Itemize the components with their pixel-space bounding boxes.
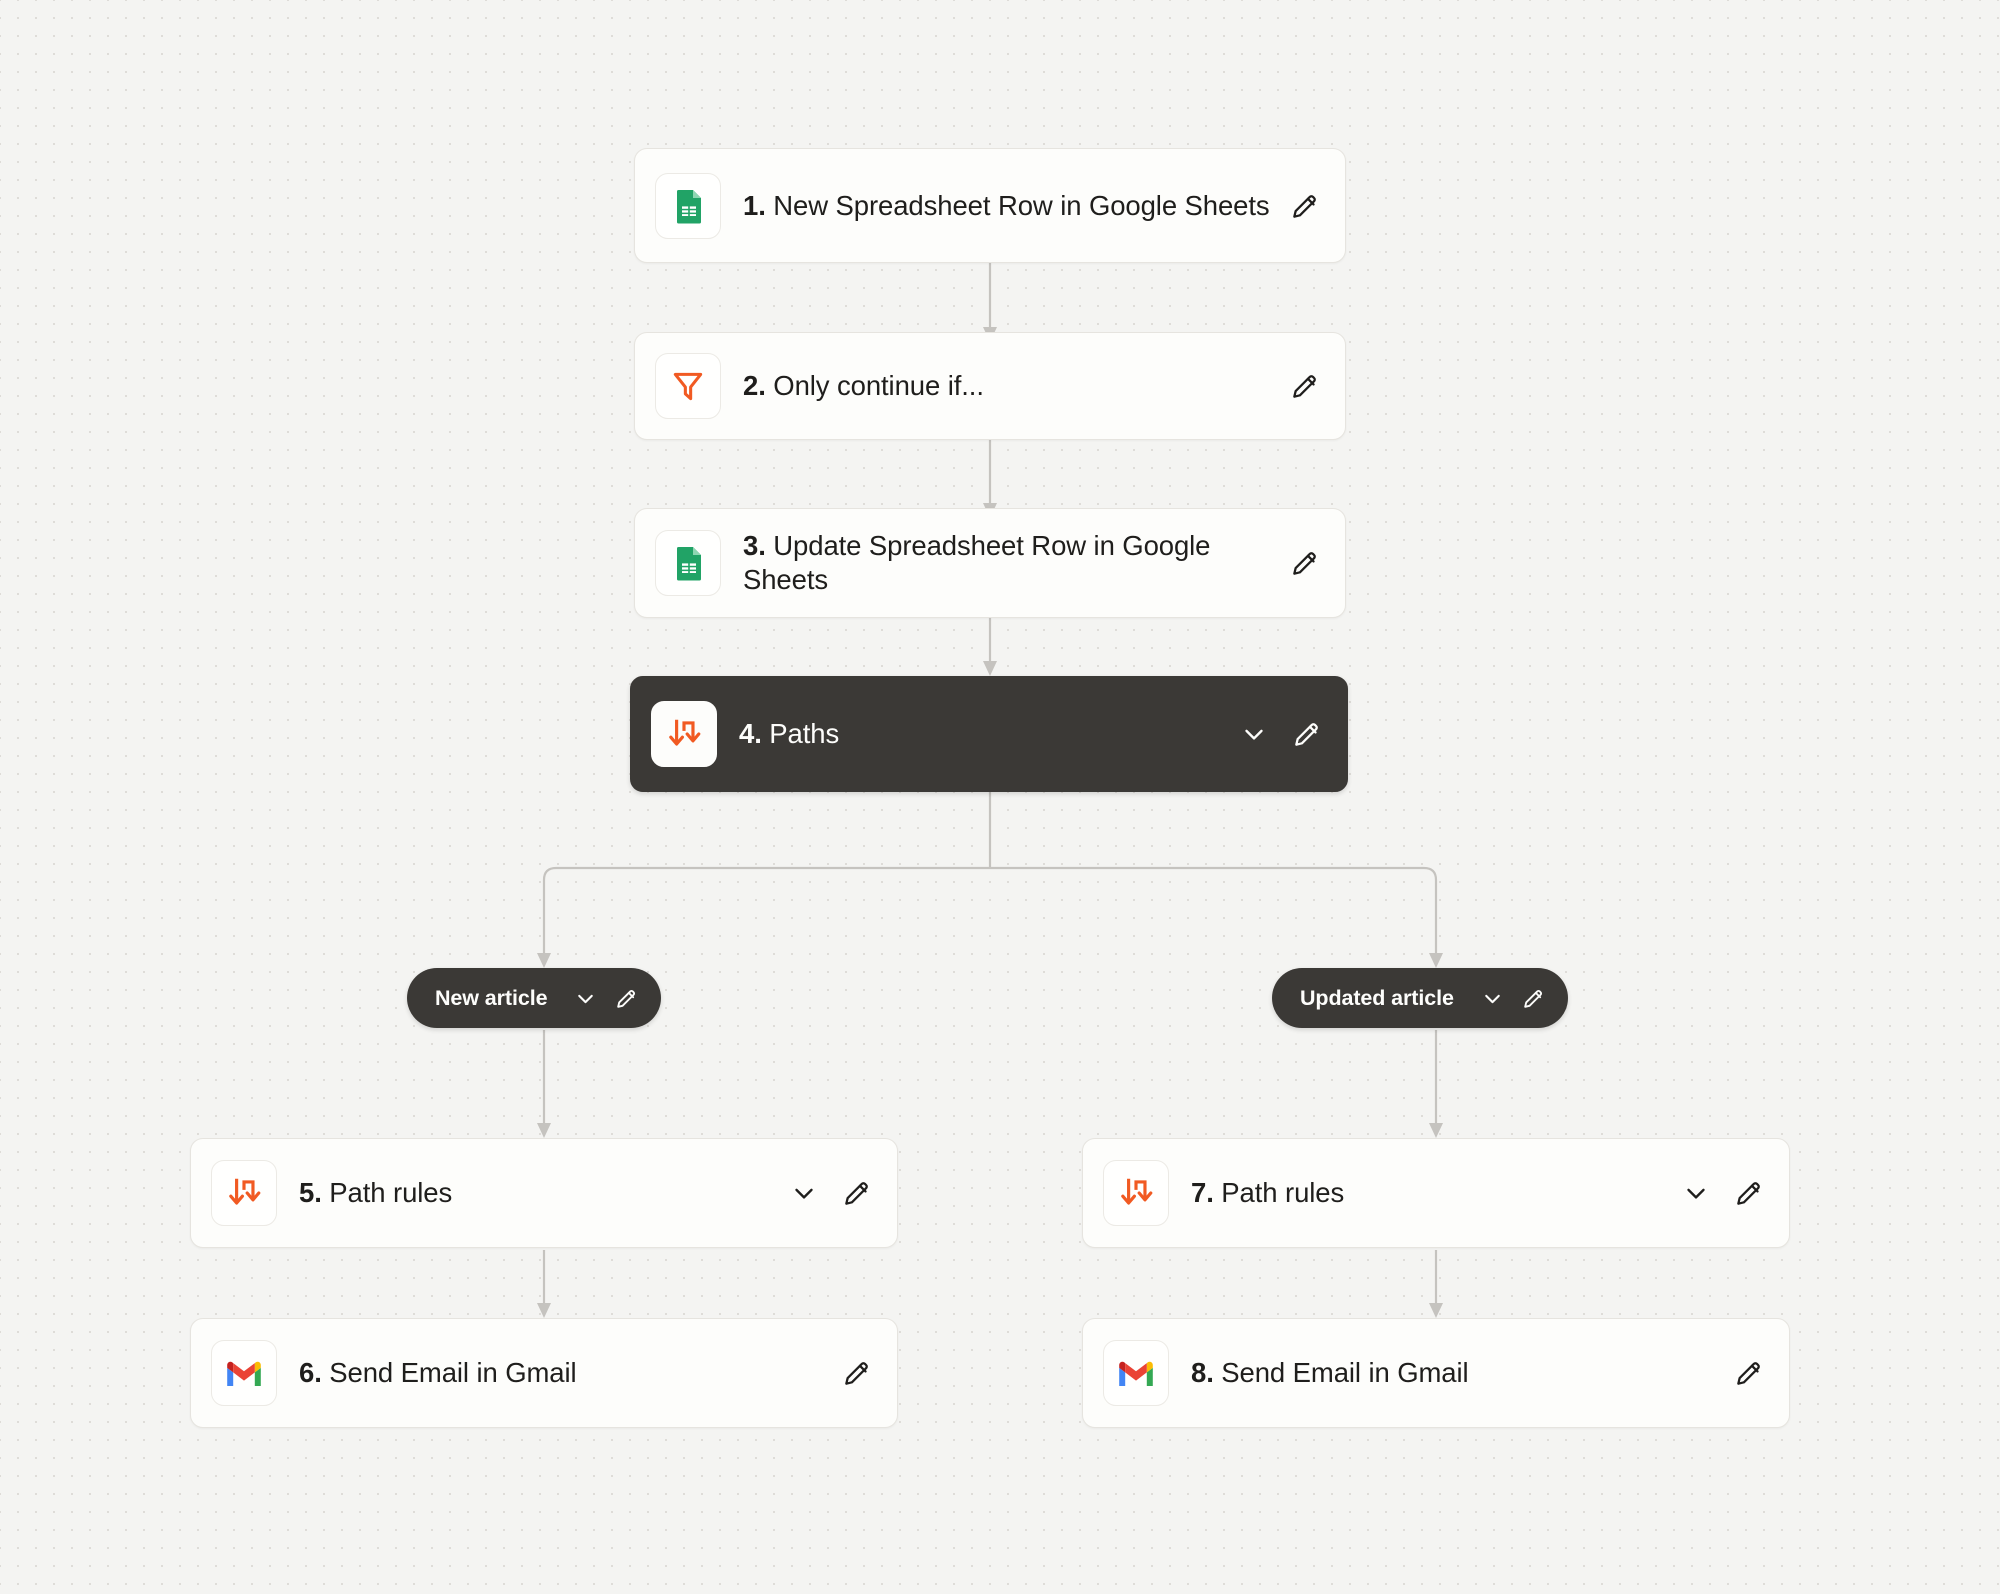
step-card-5-number: 5. <box>299 1177 322 1208</box>
connector-arrow-split-left <box>537 953 551 968</box>
step-card-8-actions <box>1733 1357 1765 1389</box>
workflow-canvas[interactable]: 1. New Spreadsheet Row in Google Sheets … <box>0 0 2000 1594</box>
step-card-4[interactable]: 4. Paths <box>630 676 1348 792</box>
step-card-6-title: Send Email in Gmail <box>329 1357 576 1388</box>
gmail-icon <box>211 1340 277 1406</box>
step-card-2[interactable]: 2. Only continue if... <box>634 332 1346 440</box>
edit-pencil-icon[interactable] <box>1289 370 1321 402</box>
step-card-4-title: Paths <box>769 718 839 749</box>
edit-pencil-icon[interactable] <box>614 986 639 1011</box>
branch-pill-left-actions <box>573 986 639 1011</box>
chevron-down-icon[interactable] <box>1681 1178 1711 1208</box>
connector-arrow-leftpill-5 <box>537 1123 551 1138</box>
edit-pencil-icon[interactable] <box>1733 1177 1765 1209</box>
step-card-7-label: 7. Path rules <box>1191 1176 1669 1210</box>
step-card-2-label: 2. Only continue if... <box>743 369 1277 403</box>
edit-pencil-icon[interactable] <box>841 1357 873 1389</box>
step-card-8-number: 8. <box>1191 1357 1214 1388</box>
chevron-down-icon[interactable] <box>1480 986 1505 1011</box>
step-card-2-actions <box>1289 370 1321 402</box>
paths-split-icon <box>211 1160 277 1226</box>
connector-arrow-5-6 <box>537 1303 551 1318</box>
connector-split-left <box>544 868 990 958</box>
chevron-down-icon[interactable] <box>573 986 598 1011</box>
step-card-5-actions <box>789 1177 873 1209</box>
edit-pencil-icon[interactable] <box>1733 1357 1765 1389</box>
step-card-7-title: Path rules <box>1221 1177 1344 1208</box>
step-card-7[interactable]: 7. Path rules <box>1082 1138 1790 1248</box>
edit-pencil-icon[interactable] <box>1289 547 1321 579</box>
step-card-2-number: 2. <box>743 370 766 401</box>
step-card-6-label: 6. Send Email in Gmail <box>299 1356 829 1390</box>
paths-split-icon <box>1103 1160 1169 1226</box>
connector-split-right <box>990 868 1436 958</box>
branch-pill-right-label: Updated article <box>1300 986 1454 1011</box>
step-card-1-actions <box>1289 190 1321 222</box>
google-sheets-icon <box>655 173 721 239</box>
branch-pill-right[interactable]: Updated article <box>1272 968 1568 1028</box>
step-card-3-number: 3. <box>743 530 766 561</box>
step-card-3-label: 3. Update Spreadsheet Row in Google Shee… <box>743 529 1277 597</box>
step-card-4-label: 4. Paths <box>739 717 1227 751</box>
step-card-3[interactable]: 3. Update Spreadsheet Row in Google Shee… <box>634 508 1346 618</box>
paths-split-icon <box>651 701 717 767</box>
step-card-3-actions <box>1289 547 1321 579</box>
step-card-8[interactable]: 8. Send Email in Gmail <box>1082 1318 1790 1428</box>
step-card-6-actions <box>841 1357 873 1389</box>
connector-arrow-7-8 <box>1429 1303 1443 1318</box>
step-card-8-title: Send Email in Gmail <box>1221 1357 1468 1388</box>
step-card-7-actions <box>1681 1177 1765 1209</box>
connector-arrow-3-4 <box>983 661 997 676</box>
step-card-1-label: 1. New Spreadsheet Row in Google Sheets <box>743 189 1277 223</box>
step-card-4-number: 4. <box>739 718 762 749</box>
connector-arrow-split-right <box>1429 953 1443 968</box>
step-card-1[interactable]: 1. New Spreadsheet Row in Google Sheets <box>634 148 1346 263</box>
edit-pencil-icon[interactable] <box>1291 718 1323 750</box>
step-card-8-label: 8. Send Email in Gmail <box>1191 1356 1721 1390</box>
step-card-5-title: Path rules <box>329 1177 452 1208</box>
filter-funnel-icon <box>655 353 721 419</box>
google-sheets-icon <box>655 530 721 596</box>
step-card-7-number: 7. <box>1191 1177 1214 1208</box>
step-card-1-number: 1. <box>743 190 766 221</box>
step-card-5[interactable]: 5. Path rules <box>190 1138 898 1248</box>
step-card-2-title: Only continue if... <box>773 370 984 401</box>
step-card-1-title: New Spreadsheet Row in Google Sheets <box>773 190 1269 221</box>
branch-pill-left-label: New article <box>435 986 547 1011</box>
step-card-4-actions <box>1239 718 1323 750</box>
connector-arrow-rightpill-7 <box>1429 1123 1443 1138</box>
chevron-down-icon[interactable] <box>789 1178 819 1208</box>
branch-pill-left[interactable]: New article <box>407 968 661 1028</box>
edit-pencil-icon[interactable] <box>1289 190 1321 222</box>
step-card-6[interactable]: 6. Send Email in Gmail <box>190 1318 898 1428</box>
branch-pill-right-actions <box>1480 986 1546 1011</box>
chevron-down-icon[interactable] <box>1239 719 1269 749</box>
edit-pencil-icon[interactable] <box>841 1177 873 1209</box>
step-card-5-label: 5. Path rules <box>299 1176 777 1210</box>
step-card-3-title: Update Spreadsheet Row in Google Sheets <box>743 530 1210 595</box>
step-card-6-number: 6. <box>299 1357 322 1388</box>
gmail-icon <box>1103 1340 1169 1406</box>
edit-pencil-icon[interactable] <box>1521 986 1546 1011</box>
